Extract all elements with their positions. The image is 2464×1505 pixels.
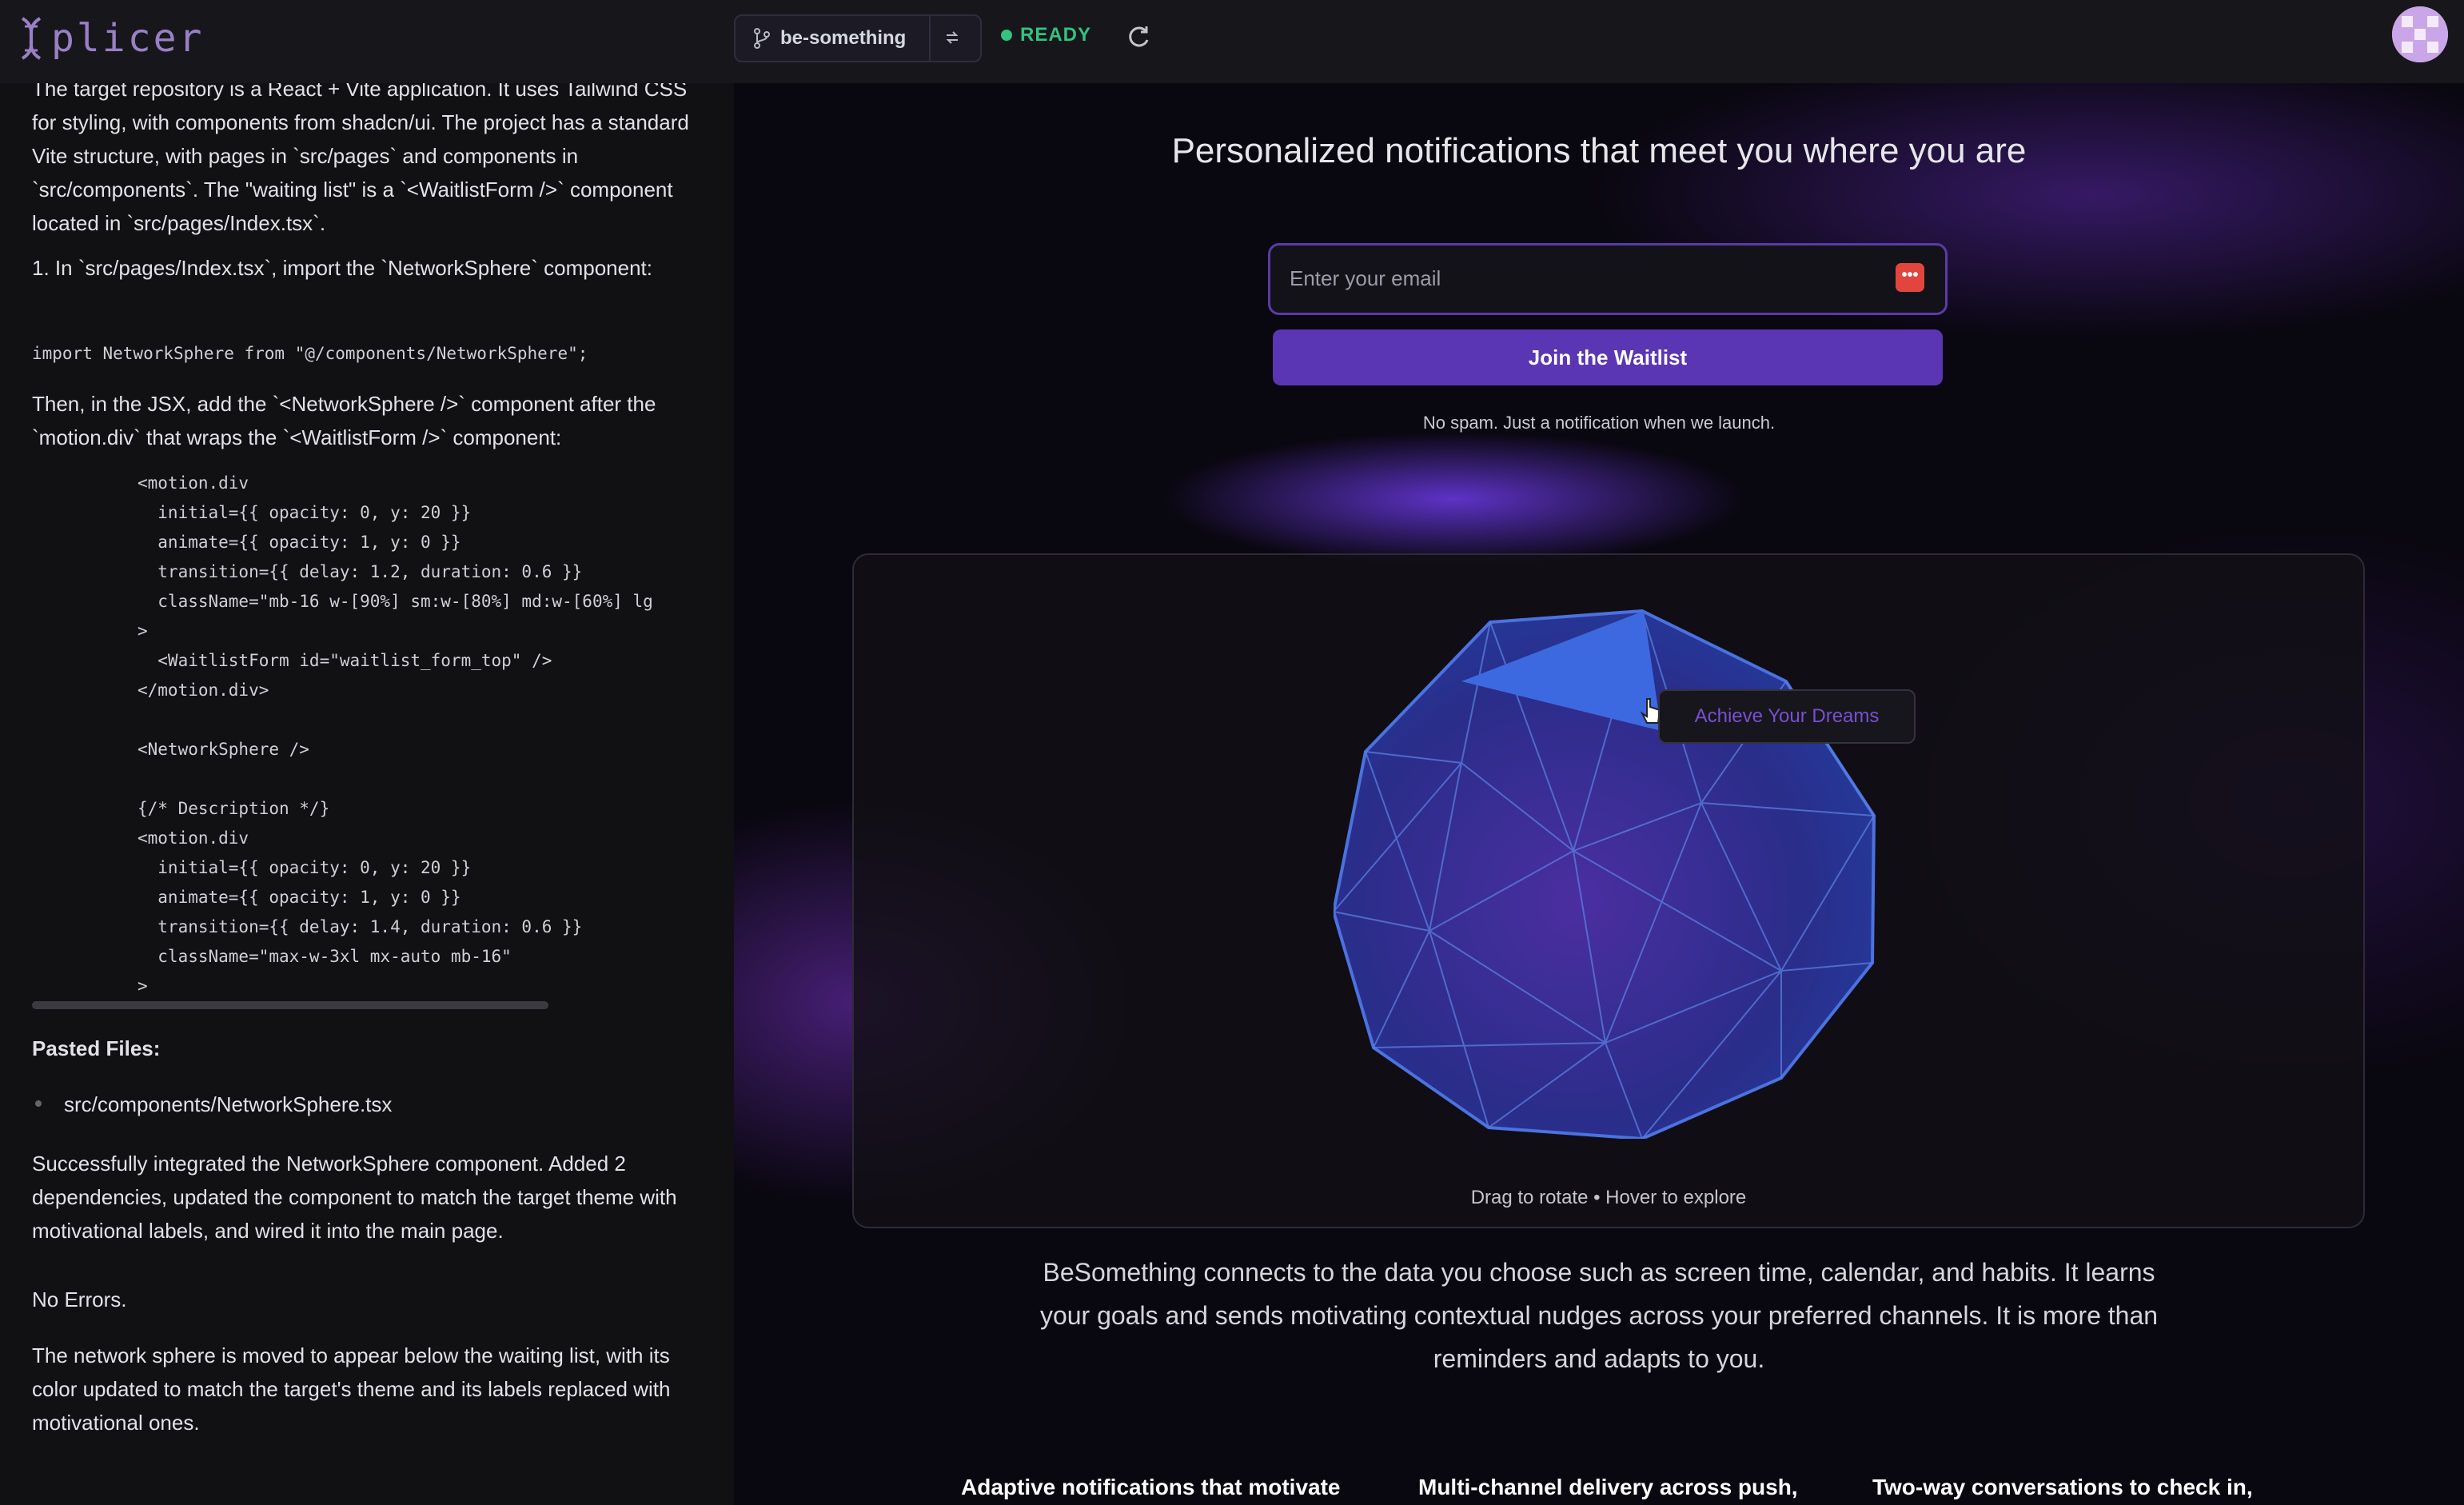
password-manager-icon[interactable]: ••• bbox=[1896, 263, 1924, 292]
import-code-line: import NetworkSphere from "@/components/… bbox=[32, 344, 588, 363]
pasted-files-heading: Pasted Files: bbox=[32, 1036, 161, 1060]
chat-panel[interactable]: The target repository is a React + Vite … bbox=[0, 83, 734, 1505]
logo[interactable]: plicer bbox=[18, 13, 204, 64]
chat-paragraph: Successfully integrated the NetworkSpher… bbox=[32, 1152, 677, 1243]
code-scrollbar[interactable] bbox=[32, 1001, 548, 1009]
status-badge: READY bbox=[1001, 24, 1091, 46]
refresh-icon[interactable] bbox=[1124, 22, 1153, 51]
status-dot bbox=[1001, 30, 1012, 41]
pasted-file-item[interactable]: src/components/NetworkSphere.tsx bbox=[64, 1088, 728, 1121]
email-field-wrapper: ••• bbox=[1268, 243, 1948, 315]
join-waitlist-button[interactable]: Join the Waitlist bbox=[1273, 329, 1943, 385]
sphere-hint: Drag to rotate • Hover to explore bbox=[1470, 1187, 1747, 1208]
hero-title: Personalized notifications that meet you… bbox=[1171, 131, 2027, 170]
email-field[interactable] bbox=[1288, 257, 1867, 300]
bullet-icon bbox=[35, 1100, 42, 1107]
feature-title: Two-way conversations to check in, bbox=[1872, 1475, 2253, 1499]
branch-name: be-something bbox=[780, 27, 907, 49]
chat-paragraph: No Errors. bbox=[32, 1287, 127, 1311]
network-sphere[interactable] bbox=[1334, 595, 1877, 1139]
switch-branch-icon[interactable] bbox=[943, 29, 961, 46]
feature-title: Multi-channel delivery across push, bbox=[1418, 1475, 1798, 1499]
chat-paragraph: The target repository is a React + Vite … bbox=[32, 83, 689, 235]
sphere-tooltip: Achieve Your Dreams bbox=[1658, 689, 1916, 744]
code-block: <motion.div initial={{ opacity: 0, y: 20… bbox=[138, 473, 653, 996]
top-bar: plicer be-something READY bbox=[0, 0, 2464, 85]
feature-title: Adaptive notifications that motivate bbox=[961, 1475, 1341, 1499]
preview-panel: Personalized notifications that meet you… bbox=[734, 83, 2464, 1505]
avatar-pattern-icon bbox=[2392, 6, 2448, 62]
branch-selector[interactable]: be-something bbox=[734, 14, 982, 62]
network-sphere-card: Achieve Your Dreams Drag to rotate • Hov… bbox=[852, 553, 2365, 1228]
chat-step: 1. In `src/pages/Index.tsx`, import the … bbox=[32, 256, 653, 280]
divider bbox=[929, 16, 931, 61]
dna-logo-icon bbox=[21, 17, 42, 60]
no-spam-note: No spam. Just a notification when we lau… bbox=[1422, 413, 1776, 433]
git-branch-icon bbox=[754, 28, 770, 49]
status-text: READY bbox=[1020, 24, 1092, 46]
chat-paragraph: The network sphere is moved to appear be… bbox=[32, 1343, 671, 1435]
logo-text: plicer bbox=[51, 16, 205, 61]
chat-paragraph: Then, in the JSX, add the `<NetworkSpher… bbox=[32, 392, 656, 449]
product-description: BeSomething connects to the data you cho… bbox=[1039, 1258, 2159, 1373]
avatar[interactable] bbox=[2392, 6, 2448, 62]
